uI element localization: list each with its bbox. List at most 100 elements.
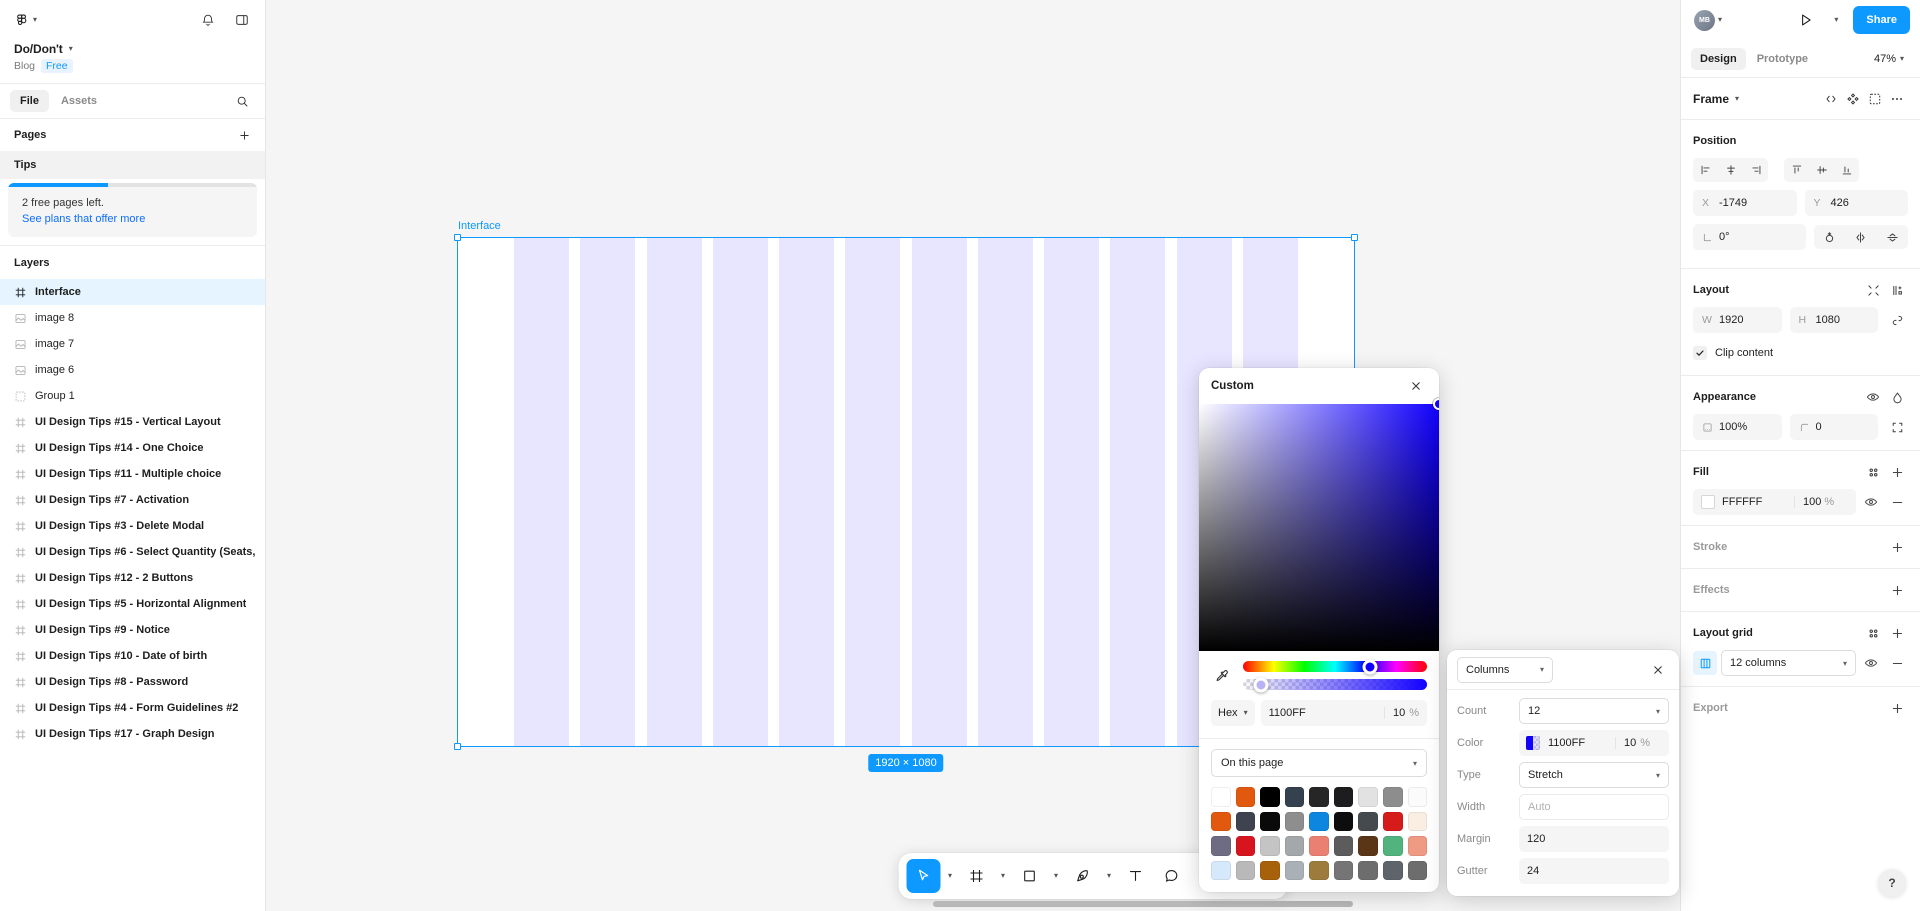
color-swatch[interactable] [1211,787,1231,807]
color-swatch[interactable] [1235,787,1256,807]
color-swatch[interactable] [1211,860,1231,881]
color-swatch[interactable] [1284,811,1305,832]
alpha-slider-handle[interactable] [1253,677,1269,692]
align-right-button[interactable] [1743,158,1768,182]
clip-content-row[interactable]: Clip content [1693,341,1908,365]
layer-row[interactable]: UI Design Tips #6 - Select Quantity (Sea… [0,539,265,565]
grid-gutter-input[interactable]: 24 [1519,858,1669,884]
grid-count-select[interactable]: 12 ▾ [1519,698,1669,724]
flip-button[interactable] [1817,225,1842,249]
color-swatch[interactable] [1235,860,1256,881]
align-left-button[interactable] [1693,158,1718,182]
width-field[interactable]: W 1920 [1693,307,1782,333]
file-breadcrumb[interactable]: Blog [14,60,35,72]
grid-visibility-button[interactable] [1860,652,1882,674]
add-page-button[interactable] [231,122,257,148]
layer-row[interactable]: UI Design Tips #10 - Date of birth [0,643,265,669]
add-layout-grid-button[interactable] [1886,622,1908,644]
layer-row[interactable]: UI Design Tips #8 - Password [0,669,265,695]
present-options-button[interactable]: ▾ [1823,7,1849,33]
corner-radius-field[interactable]: 0 [1789,414,1878,440]
grid-margin-input[interactable]: 120 [1519,826,1669,852]
color-swatch[interactable] [1260,860,1280,881]
saturation-value-area[interactable] [1199,398,1439,651]
y-position-field[interactable]: Y 426 [1804,190,1908,216]
layer-row[interactable]: UI Design Tips #5 - Horizontal Alignment [0,591,265,617]
layer-row[interactable]: UI Design Tips #4 - Form Guidelines #2 [0,695,265,721]
color-swatch[interactable] [1309,787,1329,807]
color-picker-close-button[interactable] [1405,375,1427,397]
clip-content-checkbox[interactable] [1693,346,1707,360]
independent-corners-button[interactable] [1886,416,1908,438]
color-swatch[interactable] [1358,860,1378,881]
layer-row[interactable]: UI Design Tips #17 - Graph Design [0,721,265,747]
add-effect-button[interactable] [1886,579,1908,601]
align-center-v-button[interactable] [1809,158,1834,182]
tab-prototype[interactable]: Prototype [1748,48,1817,70]
fill-opacity-field[interactable]: 100 % [1794,496,1856,508]
hue-slider-handle[interactable] [1362,659,1378,674]
grid-color-opacity-field[interactable]: 10 % [1615,737,1669,749]
x-position-field[interactable]: X -1749 [1693,190,1797,216]
color-swatch[interactable] [1333,787,1354,807]
document-colors-grid[interactable] [1199,787,1439,892]
color-swatch[interactable] [1284,860,1305,881]
color-swatch[interactable] [1211,836,1231,856]
fill-styles-button[interactable] [1862,461,1884,483]
color-swatch[interactable] [1260,811,1280,832]
color-format-select[interactable]: Hex ▾ [1211,700,1255,726]
add-fill-button[interactable] [1886,461,1908,483]
resize-handle-top-right[interactable] [1351,234,1358,241]
more-options-button[interactable] [1886,88,1908,110]
color-swatch[interactable] [1284,787,1305,807]
constrain-proportions-button[interactable] [1886,309,1908,331]
text-tool-button[interactable] [1119,859,1153,893]
color-swatch[interactable] [1211,811,1231,832]
tab-assets[interactable]: Assets [51,90,107,112]
horizontal-scrollbar[interactable] [932,901,1353,907]
layout-grid-preset-select[interactable]: 12 columns ▾ [1721,650,1856,676]
toggle-sidebar-button[interactable] [229,7,255,33]
add-export-button[interactable] [1886,697,1908,719]
color-swatch[interactable] [1309,836,1329,856]
color-swatch[interactable] [1407,860,1428,881]
height-field[interactable]: H 1080 [1789,307,1878,333]
move-tool-chevron-down-icon[interactable]: ▾ [943,859,958,893]
color-swatch[interactable] [1358,787,1378,807]
color-swatch[interactable] [1333,811,1354,832]
layer-row[interactable]: UI Design Tips #7 - Activation [0,487,265,513]
layers-list[interactable]: Interface image 8 image 7 image 6 Group 1 UI … [0,279,265,911]
grid-stretch-select[interactable]: Stretch ▾ [1519,762,1669,788]
color-swatch[interactable] [1235,811,1256,832]
zoom-control[interactable]: 47% ▾ [1868,49,1910,69]
page-item-tips[interactable]: Tips [0,151,265,179]
shape-tool-button[interactable] [1013,859,1047,893]
color-swatch[interactable] [1284,836,1305,856]
object-type-chevron-down-icon[interactable]: ▾ [1735,94,1739,103]
grid-type-select[interactable]: Columns ▾ [1457,656,1553,683]
color-swatch[interactable] [1358,836,1378,856]
color-swatch[interactable] [1309,860,1329,881]
layer-row[interactable]: UI Design Tips #14 - One Choice [0,435,265,461]
color-swatch[interactable] [1382,787,1403,807]
blend-mode-button[interactable] [1886,386,1908,408]
resize-handle-bottom-left[interactable] [454,743,461,750]
grid-settings-close-button[interactable] [1647,659,1669,681]
remove-grid-button[interactable] [1886,652,1908,674]
align-center-h-button[interactable] [1718,158,1743,182]
pen-tool-chevron-down-icon[interactable]: ▾ [1102,859,1117,893]
color-swatch[interactable] [1358,811,1378,832]
color-swatch[interactable] [1260,836,1280,856]
remove-fill-button[interactable] [1886,491,1908,513]
color-swatch[interactable] [1333,836,1354,856]
notifications-button[interactable] [195,7,221,33]
color-swatch[interactable] [1407,787,1428,807]
layer-row[interactable]: image 7 [0,331,265,357]
eyedropper-button[interactable] [1211,665,1233,687]
flip-horizontal-button[interactable] [1848,225,1873,249]
create-component-button[interactable] [1842,88,1864,110]
figma-menu-button[interactable]: ▾ [10,9,41,32]
alpha-slider[interactable] [1243,677,1427,692]
share-button[interactable]: Share [1853,6,1910,34]
layer-row[interactable]: Interface [0,279,265,305]
